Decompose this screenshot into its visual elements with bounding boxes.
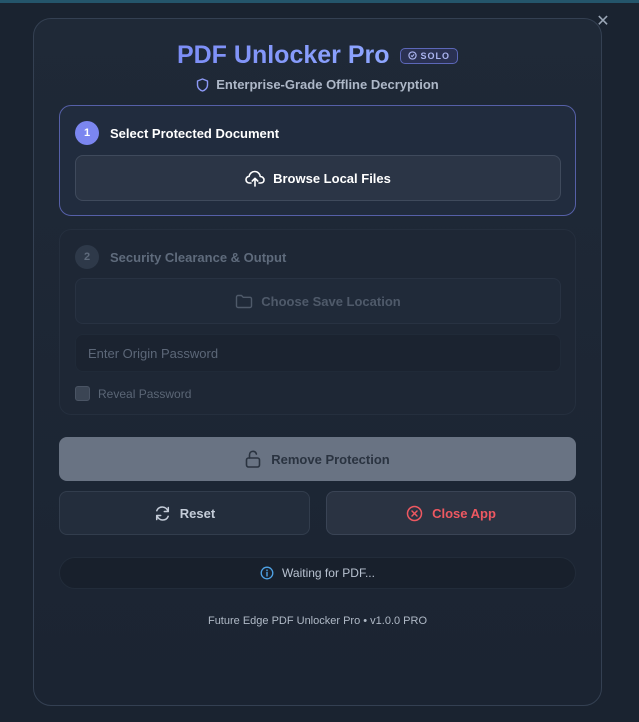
app-title: PDF Unlocker Pro [176,41,390,69]
close-circle-icon [406,505,423,521]
subtitle: Enterprise-Grade Offline Decryption [216,77,439,92]
step-security-output: 2 Security Clearance & Output Choose Sav… [59,229,576,415]
subtitle-row: Enterprise-Grade Offline Decryption [34,77,601,92]
badge-label: SOLO [420,50,451,61]
reveal-password-label: Reveal Password [98,386,192,401]
remove-protection-label: Remove Protection [271,451,390,467]
choose-save-location-label: Choose Save Location [261,293,401,309]
info-icon [260,566,274,580]
step1-number: 1 [75,121,99,145]
step2-title: Security Clearance & Output [110,249,287,265]
title-row: PDF Unlocker Pro SOLO [34,41,601,70]
badge-circle-icon [407,51,417,60]
close-app-button[interactable]: Close App [326,491,576,535]
reset-label: Reset [179,505,216,521]
status-text: Waiting for PDF... [282,566,375,580]
close-app-label: Close App [432,505,496,521]
browse-files-label: Browse Local Files [273,170,391,186]
shield-icon [197,77,209,92]
plan-badge: SOLO [399,47,459,64]
reveal-password-checkbox[interactable] [75,386,90,401]
window-top-strip [0,0,639,3]
footer-version: Future Edge PDF Unlocker Pro • v1.0.0 PR… [207,615,428,627]
step2-header: 2 Security Clearance & Output [75,245,286,269]
step1-title: Select Protected Document [110,125,280,141]
main-card: PDF Unlocker Pro SOLO Enterprise-Grade O… [33,18,602,706]
password-input[interactable] [75,334,561,372]
unlock-icon [245,450,261,468]
step2-number: 2 [75,245,99,269]
refresh-icon [155,505,169,521]
step1-header: 1 Select Protected Document [75,121,279,145]
reveal-password-row[interactable]: Reveal Password [75,386,191,401]
remove-protection-button[interactable]: Remove Protection [59,437,576,481]
folder-icon [236,294,253,308]
cloud-upload-icon [245,170,265,187]
browse-files-button[interactable]: Browse Local Files [75,155,561,201]
choose-save-location-button[interactable]: Choose Save Location [75,278,561,324]
step-select-document: 1 Select Protected Document Browse Local… [59,105,576,216]
reset-button[interactable]: Reset [59,491,310,535]
app-window: – ✕ PDF Unlocker Pro SOLO Enterprise-Gra… [0,0,639,722]
status-bar: Waiting for PDF... [59,557,576,589]
